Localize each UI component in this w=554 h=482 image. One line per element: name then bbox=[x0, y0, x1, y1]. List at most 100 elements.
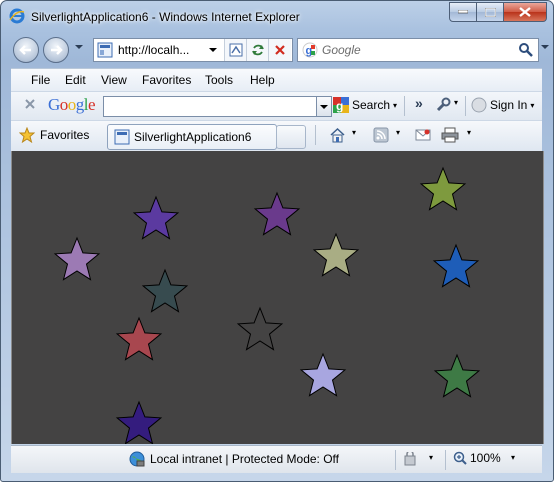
star-shape bbox=[312, 232, 360, 277]
address-bar[interactable]: http://localh... bbox=[93, 38, 293, 62]
stars-canvas bbox=[53, 166, 481, 444]
new-tab-button[interactable] bbox=[276, 125, 306, 149]
toolbar-separator bbox=[315, 125, 316, 145]
home-menu-arrow[interactable]: ▾ bbox=[352, 128, 356, 137]
forward-arrow-icon bbox=[51, 45, 63, 55]
star-icon bbox=[19, 127, 35, 143]
security-zone[interactable]: Local intranet | Protected Mode: Off bbox=[129, 451, 339, 467]
favorites-label: Favorites bbox=[40, 128, 90, 142]
google-logo: Google bbox=[48, 95, 96, 114]
status-bar: Local intranet | Protected Mode: Off ▾ 1… bbox=[11, 445, 542, 473]
star-shape bbox=[141, 268, 189, 313]
forward-button[interactable] bbox=[43, 37, 69, 63]
recent-pages-dropdown[interactable] bbox=[75, 45, 83, 49]
search-options-dropdown[interactable] bbox=[541, 45, 549, 49]
star-shape bbox=[53, 236, 101, 281]
silverlight-content-area[interactable] bbox=[11, 151, 544, 444]
refresh-button[interactable] bbox=[246, 39, 269, 61]
feeds-menu-arrow[interactable]: ▾ bbox=[396, 128, 400, 137]
minimize-icon bbox=[458, 10, 468, 14]
star-shape bbox=[115, 400, 163, 444]
google-search-input[interactable] bbox=[103, 96, 317, 117]
close-icon bbox=[519, 7, 531, 17]
menu-tools[interactable]: Tools bbox=[205, 73, 233, 87]
star-shape bbox=[433, 353, 481, 398]
google-toolbar: Google g Search ▾ » ▾ Sign In ▾ bbox=[11, 91, 542, 120]
stop-icon bbox=[275, 45, 285, 55]
stop-button[interactable] bbox=[268, 39, 291, 61]
menu-file[interactable]: File bbox=[31, 73, 50, 87]
search-icon[interactable] bbox=[518, 42, 534, 58]
menu-edit[interactable]: Edit bbox=[65, 73, 86, 87]
page-tab-icon bbox=[114, 129, 130, 145]
status-separator bbox=[395, 450, 396, 470]
internet-explorer-icon bbox=[9, 8, 25, 24]
settings-menu-arrow[interactable]: ▾ bbox=[454, 98, 458, 107]
feeds-icon[interactable] bbox=[373, 127, 389, 143]
star-shape bbox=[299, 352, 347, 397]
status-separator bbox=[445, 450, 446, 470]
google-search-dropdown[interactable] bbox=[316, 96, 332, 117]
toolbar-separator bbox=[404, 96, 405, 116]
chevron-down-icon bbox=[320, 104, 328, 109]
menu-bar: File Edit View Favorites Tools Help bbox=[11, 68, 542, 91]
search-placeholder: Google bbox=[322, 43, 361, 57]
globe-icon bbox=[129, 451, 145, 467]
menu-help[interactable]: Help bbox=[250, 73, 275, 87]
print-menu-arrow[interactable]: ▾ bbox=[467, 128, 471, 137]
zoom-level: 100% bbox=[470, 451, 501, 465]
window-controls bbox=[449, 2, 547, 22]
wrench-icon[interactable] bbox=[435, 97, 451, 113]
star-shape bbox=[236, 306, 284, 351]
close-toolbar-icon[interactable] bbox=[25, 99, 35, 109]
maximize-button[interactable] bbox=[477, 2, 504, 22]
mail-icon[interactable] bbox=[415, 128, 431, 142]
compatibility-view-icon bbox=[229, 43, 243, 57]
svg-text:g: g bbox=[336, 99, 343, 113]
close-window-button[interactable] bbox=[504, 2, 547, 22]
menu-favorites[interactable]: Favorites bbox=[142, 73, 191, 87]
back-arrow-icon bbox=[19, 45, 31, 55]
print-icon[interactable] bbox=[441, 127, 459, 143]
search-box[interactable]: g Google bbox=[297, 38, 539, 62]
back-button[interactable] bbox=[13, 37, 39, 63]
address-dropdown-button[interactable] bbox=[202, 39, 224, 61]
protected-mode-icon[interactable] bbox=[403, 452, 421, 466]
star-shape bbox=[253, 191, 301, 236]
compatibility-view-button[interactable] bbox=[224, 39, 247, 61]
sign-in-button[interactable]: Sign In ▾ bbox=[471, 97, 534, 113]
menu-view[interactable]: View bbox=[101, 73, 127, 87]
google-search-button[interactable]: g Search ▾ bbox=[333, 97, 397, 113]
tab-title: SilverlightApplication6 bbox=[134, 130, 252, 144]
title-bar[interactable]: SilverlightApplication6 - Windows Intern… bbox=[1, 1, 553, 31]
favorites-bar: Favorites SilverlightApplication6 ▾ ▾ ▾ bbox=[11, 120, 542, 152]
favorites-button[interactable]: Favorites bbox=[19, 127, 89, 143]
star-shape bbox=[432, 243, 480, 288]
browser-window: SilverlightApplication6 - Windows Intern… bbox=[0, 0, 554, 482]
more-chevron-icon[interactable]: » bbox=[415, 95, 423, 111]
address-url[interactable]: http://localh... bbox=[118, 43, 189, 57]
sign-in-menu-arrow: ▾ bbox=[530, 100, 535, 110]
home-icon[interactable] bbox=[329, 127, 346, 143]
minimize-button[interactable] bbox=[449, 2, 477, 22]
zoom-menu-arrow[interactable]: ▾ bbox=[511, 453, 515, 462]
zoom-icon bbox=[453, 451, 467, 465]
google-search-provider-icon: g bbox=[302, 42, 318, 58]
sign-in-label: Sign In bbox=[490, 98, 528, 112]
google-search-label: Search bbox=[352, 98, 391, 112]
refresh-icon bbox=[252, 44, 264, 56]
protected-mode-menu-arrow[interactable]: ▾ bbox=[429, 453, 433, 462]
google-g-icon: g bbox=[333, 97, 349, 113]
zone-text: Local intranet | Protected Mode: Off bbox=[150, 452, 339, 466]
toolbar-separator bbox=[465, 96, 466, 116]
star-shape bbox=[115, 316, 163, 361]
zoom-control[interactable]: 100% bbox=[453, 451, 501, 465]
maximize-icon bbox=[484, 7, 496, 17]
star-shape bbox=[419, 166, 467, 211]
tab-silverlightapplication6[interactable]: SilverlightApplication6 bbox=[107, 124, 277, 150]
star-shape bbox=[132, 195, 180, 240]
page-icon bbox=[97, 42, 113, 58]
navigation-bar: http://localh... g Google bbox=[1, 33, 553, 67]
search-menu-arrow: ▾ bbox=[393, 100, 398, 110]
sign-in-icon bbox=[471, 97, 487, 113]
